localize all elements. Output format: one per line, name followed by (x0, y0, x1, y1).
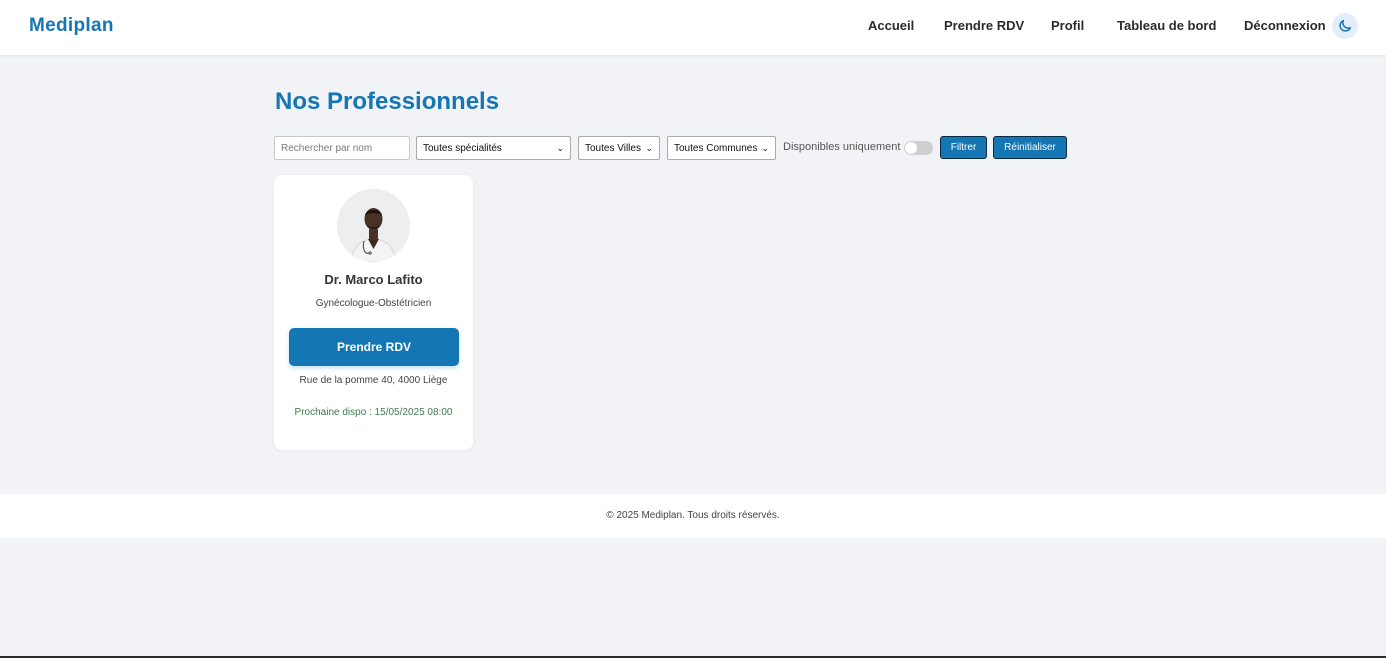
filter-button[interactable]: Filtrer (940, 136, 987, 159)
book-appointment-button[interactable]: Prendre RDV (289, 328, 459, 366)
page-title: Nos Professionnels (275, 88, 500, 115)
footer: © 2025 Mediplan. Tous droits réservés. (0, 494, 1386, 538)
filter-bar: Toutes spécialités ⌄ Toutes Villes ⌄ Tou… (274, 136, 1074, 160)
search-name-input[interactable] (274, 136, 410, 160)
doctor-avatar (337, 189, 410, 262)
available-only-toggle[interactable] (904, 141, 933, 155)
next-availability: Prochaine dispo : 15/05/2025 08:00 (294, 407, 453, 418)
reset-button[interactable]: Réinitialiser (993, 136, 1067, 159)
commune-select[interactable]: Toutes Communes ⌄ (667, 136, 776, 160)
specialty-select-value: Toutes spécialités (423, 142, 502, 154)
main-nav: Accueil Prendre RDV Profil Tableau de bo… (0, 18, 1386, 38)
city-select-value: Toutes Villes (585, 142, 641, 154)
nav-link-accueil[interactable]: Accueil (868, 18, 914, 33)
toggle-knob (905, 142, 917, 154)
specialty-select[interactable]: Toutes spécialités ⌄ (416, 136, 571, 160)
footer-copyright: © 2025 Mediplan. Tous droits réservés. (606, 510, 780, 521)
nav-link-tableau-de-bord[interactable]: Tableau de bord (1117, 18, 1216, 33)
nav-link-profil[interactable]: Profil (1051, 18, 1084, 33)
chevron-down-icon: ⌄ (761, 142, 769, 153)
moon-icon (1339, 19, 1352, 32)
chevron-down-icon: ⌄ (645, 142, 653, 153)
doctor-name: Dr. Marco Lafito (324, 272, 423, 287)
nav-link-deconnexion[interactable]: Déconnexion (1244, 18, 1326, 33)
commune-select-value: Toutes Communes (674, 142, 758, 154)
theme-toggle-button[interactable] (1332, 13, 1358, 39)
professional-card: Dr. Marco Lafito Gynécologue-Obstétricie… (274, 175, 473, 450)
doctor-photo (337, 189, 410, 262)
doctor-address: Rue de la pomme 40, 4000 Liège (299, 375, 448, 386)
nav-link-prendre-rdv[interactable]: Prendre RDV (944, 18, 1024, 33)
available-only-label: Disponibles uniquement (783, 141, 901, 153)
top-navbar: Mediplan Accueil Prendre RDV Profil Tabl… (0, 0, 1386, 55)
doctor-specialty: Gynécologue-Obstétricien (315, 298, 432, 309)
city-select[interactable]: Toutes Villes ⌄ (578, 136, 660, 160)
chevron-down-icon: ⌄ (556, 142, 564, 153)
